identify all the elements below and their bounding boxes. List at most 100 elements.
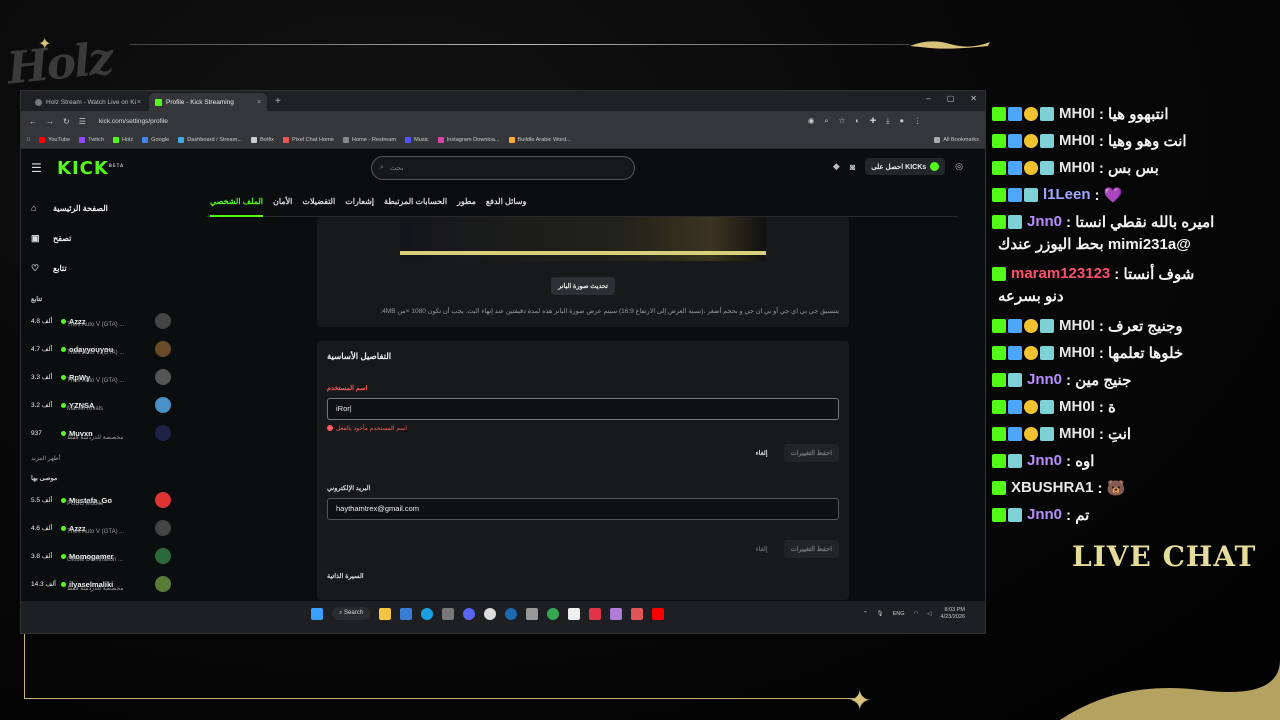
- tab-profile[interactable]: الملف الشخصي: [210, 187, 264, 217]
- close-window-icon[interactable]: ✕: [970, 94, 977, 103]
- store-icon[interactable]: [400, 607, 413, 620]
- badges: [992, 507, 1022, 522]
- bookmark-item[interactable]: YouTube: [39, 136, 70, 143]
- adobe-icon[interactable]: [589, 607, 602, 620]
- cancel-button[interactable]: إلغاء: [756, 449, 768, 457]
- obs-icon[interactable]: [484, 607, 497, 620]
- chat-message: l1Leen: 💜: [992, 181, 1280, 208]
- discord-icon[interactable]: [463, 607, 476, 620]
- maximize-icon[interactable]: ▢: [947, 94, 955, 103]
- bookmark-item[interactable]: Music: [405, 136, 429, 143]
- channel-item[interactable]: 4.8 ألف Azzz Theft Auto V (GTA) ...: [31, 307, 171, 335]
- tab-title: Holz Stream - Watch Live on Ki: [46, 98, 137, 106]
- new-tab-button[interactable]: +: [275, 93, 281, 111]
- back-icon[interactable]: ←: [29, 117, 37, 126]
- app-icon[interactable]: [610, 607, 623, 620]
- reload-icon[interactable]: ↻: [63, 117, 70, 126]
- sidebar-item-browse[interactable]: ▣ تصفح: [31, 223, 171, 253]
- sidebar-item-home[interactable]: ⌂ الصفحة الرئيسية: [31, 193, 171, 223]
- download-icon[interactable]: ⤓: [886, 116, 889, 126]
- profile-icon[interactable]: ●: [900, 116, 905, 126]
- tab-security[interactable]: الأمان: [273, 187, 292, 217]
- cancel-button[interactable]: إلغاء: [756, 545, 768, 553]
- get-kicks-button[interactable]: احصل على KICKs: [865, 158, 946, 175]
- channel-item[interactable]: 3.8 ألف Momogamer Global Domination ...: [31, 542, 171, 570]
- volume-icon[interactable]: ◁: [927, 611, 931, 617]
- windows-start-icon[interactable]: [311, 607, 323, 620]
- channel-item[interactable]: 4.6 ألف Azzz Theft Auto V (GTA) ...: [31, 514, 171, 542]
- youtube-icon[interactable]: [652, 607, 665, 620]
- badge-icon: [1008, 106, 1022, 121]
- mic-icon[interactable]: 🎙: [877, 611, 884, 617]
- lang-indicator[interactable]: ENG: [893, 611, 905, 617]
- chevron-up-icon[interactable]: ⌃: [863, 611, 868, 617]
- channel-item[interactable]: 4.7 ألف odayyouyou Theft Auto V (GTA) ...: [31, 335, 171, 363]
- apps-icon[interactable]: ⁞⁞: [27, 137, 30, 143]
- menu-icon[interactable]: ⋮: [914, 116, 922, 126]
- bookmark-item[interactable]: Pixel Chat Home: [282, 136, 334, 143]
- hamburger-icon[interactable]: ☰: [31, 161, 51, 175]
- notification-icon[interactable]: ◆: [833, 161, 840, 172]
- extension-icon[interactable]: ◐: [855, 116, 860, 126]
- steam-icon[interactable]: [505, 607, 518, 620]
- eye-icon[interactable]: ◉: [808, 116, 815, 126]
- tab-developer[interactable]: مطور: [457, 187, 476, 217]
- tab-notifications[interactable]: إشعارات: [345, 187, 374, 217]
- bookmark-item[interactable]: Instagram Downloa...: [437, 136, 500, 143]
- profile-menu-icon[interactable]: ◎: [955, 161, 963, 172]
- taskbar-search[interactable]: ⌕ Search: [332, 607, 371, 620]
- bookmark-item[interactable]: Home - Restream: [342, 136, 396, 143]
- bookmark-item[interactable]: Holz: [112, 136, 133, 143]
- channel-item[interactable]: 5.5 ألف Mustafa_Go PUBG Mobile: [31, 486, 171, 514]
- close-icon[interactable]: ×: [257, 99, 261, 106]
- save-button[interactable]: احفظ التغييرات: [783, 443, 839, 462]
- save-button[interactable]: احفظ التغييرات: [783, 539, 839, 558]
- browser-tab-active[interactable]: Profile - Kick Streaming ×: [149, 93, 267, 111]
- clock[interactable]: 8:03 PM 4/23/2026: [941, 607, 965, 621]
- chrome-icon[interactable]: [547, 607, 560, 620]
- sidebar-item-following[interactable]: ♡ تتابع: [31, 253, 171, 283]
- kick-header: ☰ KICKBETA ⌕ بحث ◆ ◙ احصل على KICKs ◎: [21, 149, 985, 187]
- bookmark-item[interactable]: Google: [142, 136, 169, 143]
- badge-icon: [992, 266, 1006, 281]
- search-input[interactable]: ⌕ بحث: [371, 156, 635, 180]
- zoom-icon[interactable]: ⌕: [824, 116, 828, 126]
- channel-item[interactable]: 3.2 ألف YZNSA Marvel Rivals: [31, 391, 171, 419]
- all-bookmarks[interactable]: All Bookmarks: [934, 136, 979, 143]
- minimize-icon[interactable]: –: [926, 94, 930, 103]
- wifi-icon[interactable]: ◠: [913, 611, 918, 617]
- tab-connected-accounts[interactable]: الحسابات المرتبطة: [384, 187, 447, 217]
- channel-item[interactable]: 14.3 ألف ilyaselmaliki مخصصة للدردشة فقط: [31, 570, 171, 598]
- app-icon[interactable]: [631, 607, 644, 620]
- edge-icon[interactable]: [421, 607, 434, 620]
- extensions-icon[interactable]: ✚: [870, 116, 876, 126]
- forward-icon[interactable]: →: [46, 117, 54, 126]
- show-more-link[interactable]: أظهر المزيد: [31, 455, 171, 462]
- url-field[interactable]: kick.com/settings/profile: [99, 118, 799, 125]
- close-icon[interactable]: ×: [137, 99, 141, 106]
- capcut-icon[interactable]: [568, 607, 581, 620]
- search-icon: ⌕: [380, 164, 384, 171]
- kick-logo[interactable]: KICKBETA: [57, 158, 124, 179]
- tab-preferences[interactable]: التفضيلات: [302, 187, 335, 217]
- app-icon[interactable]: [526, 607, 539, 620]
- file-explorer-icon[interactable]: [379, 607, 392, 620]
- channel-item[interactable]: 3.3 ألف RpWy Theft Auto V (GTA) ...: [31, 363, 171, 391]
- app-icon[interactable]: [442, 607, 455, 620]
- swoosh-decoration: [910, 41, 990, 49]
- email-field[interactable]: haythamtrex@gmail.com: [327, 497, 839, 520]
- site-info-icon[interactable]: ☰: [79, 117, 86, 126]
- bookmark-item[interactable]: Dashboard / Stream...: [178, 136, 242, 143]
- badge-icon: [1024, 345, 1038, 360]
- update-banner-button[interactable]: تحديث صورة البانر: [551, 277, 615, 295]
- channel-item[interactable]: 937 Muvxn مخصصة للدردشة فقط: [31, 419, 171, 447]
- bookmark-item[interactable]: Twitch: [79, 136, 104, 143]
- username-field[interactable]: iRor|: [327, 397, 839, 420]
- bookmark-star-icon[interactable]: ☆: [839, 116, 846, 126]
- browser-tab[interactable]: Holz Stream - Watch Live on Ki ×: [29, 93, 147, 111]
- chat-username: Jnn0: [1027, 371, 1063, 388]
- bookmark-item[interactable]: Buildle Arabic Word...: [508, 136, 571, 143]
- avatar[interactable]: ◙: [850, 162, 855, 172]
- bookmark-item[interactable]: Botfix: [250, 136, 274, 143]
- tab-payment[interactable]: وسائل الدفع: [486, 187, 526, 217]
